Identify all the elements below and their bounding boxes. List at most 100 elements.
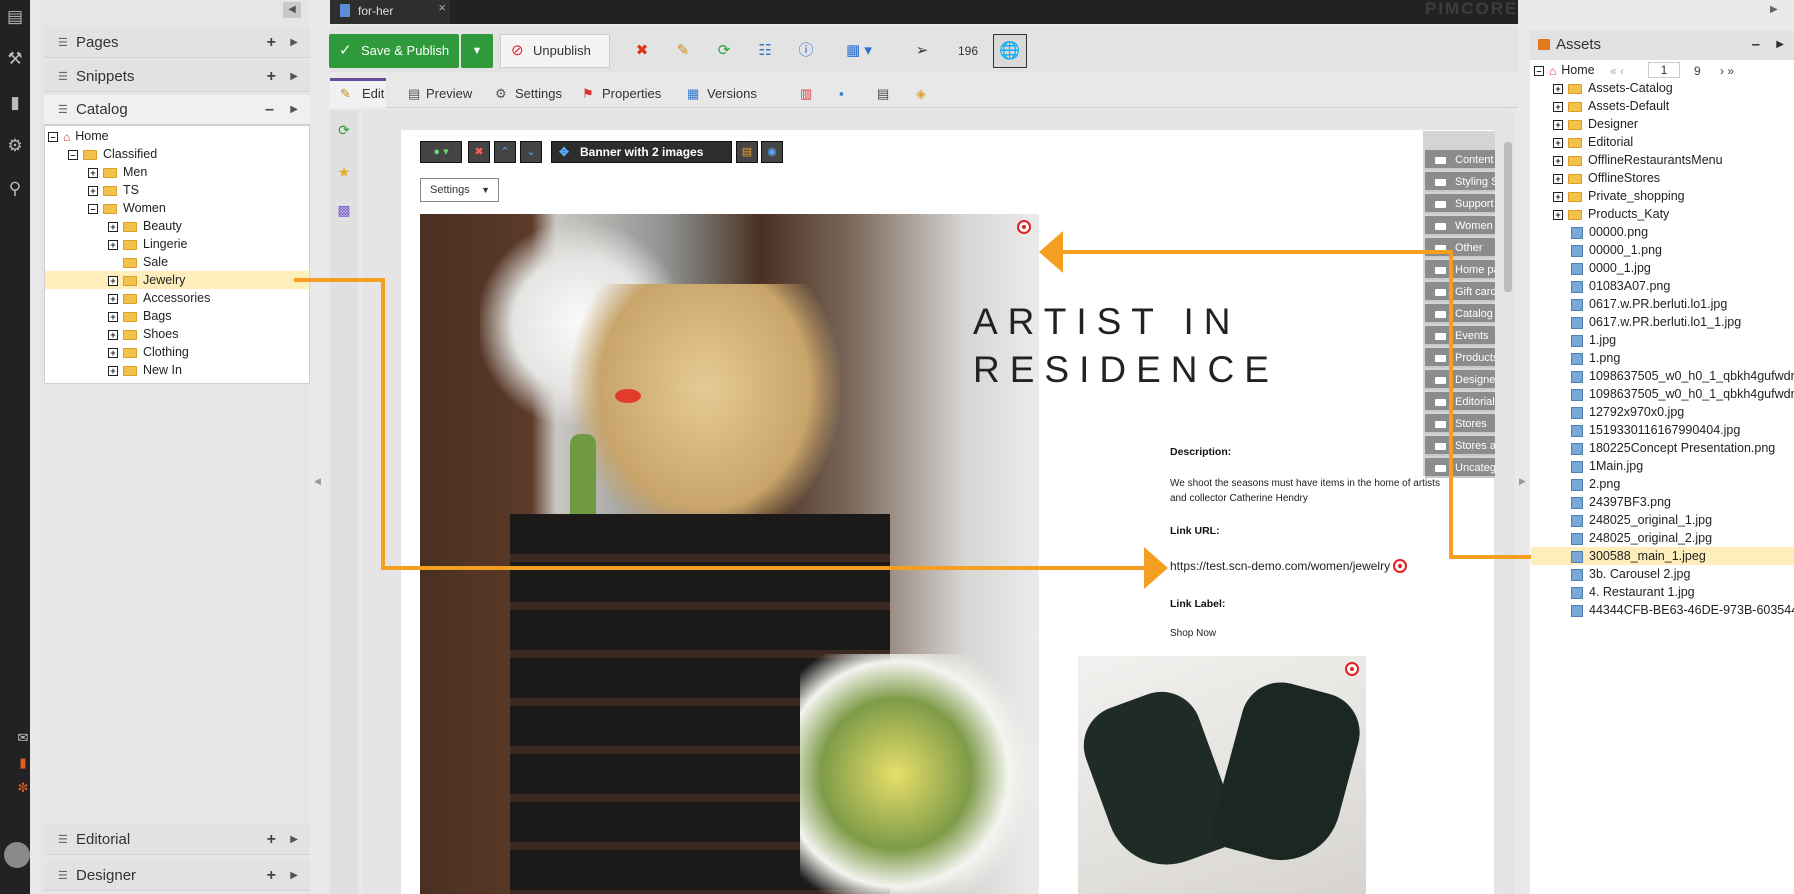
pager-first-icon[interactable]: « ‹ <box>1610 62 1624 80</box>
info-icon[interactable]: ⓘ <box>792 36 820 66</box>
asset-file[interactable]: 3b. Carousel 2.jpg <box>1531 565 1794 583</box>
visibility-button[interactable]: ◉ <box>761 141 783 163</box>
delete-icon[interactable]: ✖ <box>628 36 656 66</box>
asset-file[interactable]: 01083A07.png <box>1531 277 1794 295</box>
asset-file[interactable]: 44344CFB-BE63-46DE-973B-6035446 <box>1531 601 1794 619</box>
trash-icon[interactable]: ▩ <box>334 200 354 220</box>
pager-page-input[interactable]: 1 <box>1648 62 1680 78</box>
show-in-tree-icon[interactable]: ☷ <box>751 36 779 66</box>
gear-icon[interactable]: ⚙ <box>0 133 30 159</box>
move-up-button[interactable]: ⌃ <box>494 141 516 163</box>
link-target-icon[interactable] <box>1393 559 1407 573</box>
settings-dropdown[interactable]: Settings ▼ <box>420 178 499 202</box>
notes-icon[interactable]: ▤ <box>857 78 889 108</box>
tree-item-clothing[interactable]: + Clothing <box>108 343 189 361</box>
tag-icon[interactable]: ◈ <box>896 78 926 108</box>
asset-file[interactable]: 00000.png <box>1531 223 1794 241</box>
asset-file[interactable]: 24397BF3.png <box>1531 493 1794 511</box>
assets-panel-header[interactable]: Assets – ▶ <box>1530 30 1794 60</box>
rename-icon[interactable]: ✎ <box>669 36 697 66</box>
editorial-panel-header[interactable]: ☰ Editorial + ▶ <box>44 825 310 855</box>
asset-file-selected[interactable]: 300588_main_1.jpeg <box>1531 547 1794 565</box>
category-item[interactable]: Stores an <box>1425 436 1495 456</box>
tree-item-women[interactable]: – Women <box>88 199 166 217</box>
tree-item-sale[interactable]: Sale <box>123 253 168 271</box>
pages-panel-header[interactable]: ☰ Pages + ▶ <box>44 28 310 58</box>
asset-folder[interactable]: + Editorial <box>1553 133 1633 151</box>
wrench-icon[interactable]: ⚒ <box>0 46 30 72</box>
refresh-icon[interactable]: ⟳ <box>334 120 354 140</box>
asset-file[interactable]: 0617.w.PR.berluti.lo1.jpg <box>1531 295 1794 313</box>
maintenance-icon[interactable]: ✼ <box>16 780 30 796</box>
link-url-input[interactable]: https://test.scn-demo.com/women/jewelry <box>1170 559 1408 573</box>
notification-icon[interactable]: ▮ <box>16 755 30 771</box>
category-item[interactable]: Stores <box>1425 414 1495 434</box>
image-hotspot-icon[interactable] <box>1017 220 1031 234</box>
search-icon[interactable]: ⚲ <box>0 176 30 202</box>
tree-item-shoes[interactable]: + Shoes <box>108 325 178 343</box>
asset-folder[interactable]: + OfflineStores <box>1553 169 1660 187</box>
banner-main-image[interactable] <box>420 214 1039 894</box>
category-item[interactable]: Events <box>1425 326 1495 346</box>
category-item[interactable]: Styling S <box>1425 172 1495 192</box>
category-item[interactable]: Gift card <box>1425 282 1495 302</box>
add-icon[interactable]: + <box>267 861 276 891</box>
collapse-left-button[interactable]: ◀ <box>283 2 301 18</box>
add-icon[interactable]: + <box>267 28 276 58</box>
lightbulb-icon[interactable]: ★ <box>334 162 354 182</box>
assets-home[interactable]: – ⌂ Home <box>1534 61 1595 79</box>
expand-arrow-icon[interactable]: ▶ <box>290 95 298 125</box>
asset-file[interactable]: 4. Restaurant 1.jpg <box>1531 583 1794 601</box>
tab-for-her[interactable]: for-her × <box>330 0 450 24</box>
asset-folder[interactable]: + OfflineRestaurantsMenu <box>1553 151 1723 169</box>
asset-file[interactable]: 1.png <box>1531 349 1794 367</box>
tree-item-home[interactable]: – ⌂ Home <box>48 127 109 145</box>
category-item[interactable]: Other <box>1425 238 1495 258</box>
snippets-panel-header[interactable]: ☰ Snippets + ▶ <box>44 62 310 92</box>
asset-file[interactable]: 1.jpg <box>1531 331 1794 349</box>
splitter-arrow-icon[interactable]: ◀ <box>314 476 321 487</box>
splitter-arrow-icon[interactable]: ▶ <box>1519 476 1526 487</box>
reload-icon[interactable]: ⟳ <box>710 36 738 66</box>
asset-file[interactable]: 00000_1.png <box>1531 241 1794 259</box>
asset-file[interactable]: 1098637505_w0_h0_1_qbkh4gufwdm <box>1531 367 1794 385</box>
hero-title-line-1[interactable]: ARTIST IN <box>973 298 1293 346</box>
catalog-panel-header[interactable]: ☰ Catalog – ▶ <box>44 95 310 125</box>
tree-item-jewelry[interactable]: + Jewelry <box>45 271 309 289</box>
tab-settings[interactable]: ⚙ Settings <box>495 78 577 108</box>
save-options-dropdown[interactable]: ▼ <box>461 34 493 68</box>
category-item[interactable]: Women <box>1425 216 1495 236</box>
expand-arrow-icon[interactable]: ▶ <box>290 861 298 891</box>
mail-icon[interactable]: ✉ <box>16 730 30 746</box>
block-type-label[interactable]: ✥ Banner with 2 images <box>551 141 732 163</box>
add-icon[interactable]: + <box>267 62 276 92</box>
asset-file[interactable]: 12792x970x0.jpg <box>1531 403 1794 421</box>
right-splitter[interactable] <box>1518 0 1530 894</box>
tab-properties[interactable]: ⚑ Properties <box>582 78 667 108</box>
tree-item-accessories[interactable]: + Accessories <box>108 289 210 307</box>
scrollbar-thumb[interactable] <box>1504 142 1512 292</box>
category-item[interactable]: Home pa <box>1425 260 1495 280</box>
expand-arrow-icon[interactable]: ▶ <box>290 825 298 855</box>
image-hotspot-icon[interactable] <box>1345 662 1359 676</box>
category-item[interactable]: Uncateg <box>1425 458 1495 478</box>
chart-icon[interactable]: ▮ <box>0 90 30 116</box>
designer-panel-header[interactable]: ☰ Designer + ▶ <box>44 861 310 891</box>
avatar[interactable] <box>4 842 30 868</box>
tree-item-classified[interactable]: – Classified <box>68 145 157 163</box>
expand-arrow-icon[interactable]: ▶ <box>290 28 298 58</box>
pointer-icon[interactable]: ➢ <box>908 36 936 66</box>
asset-folder[interactable]: + Products_Katy <box>1553 205 1669 223</box>
expand-arrow-icon[interactable]: ▶ <box>290 62 298 92</box>
asset-file[interactable]: 1098637505_w0_h0_1_qbkh4gufwdm <box>1531 385 1794 403</box>
asset-folder[interactable]: + Private_shopping <box>1553 187 1685 205</box>
globe-icon[interactable]: 🌐 <box>993 34 1027 68</box>
unpublish-button[interactable]: ⊘ Unpublish <box>500 34 610 68</box>
page-scrollbar[interactable] <box>1502 112 1514 894</box>
asset-folder[interactable]: + Assets-Default <box>1553 97 1669 115</box>
move-down-button[interactable]: ⌄ <box>520 141 542 163</box>
collapse-icon[interactable]: – <box>265 95 274 125</box>
description-text[interactable]: We shoot the seasons must have items in … <box>1170 476 1440 506</box>
file-icon[interactable]: ▤ <box>0 4 30 30</box>
category-item[interactable]: Catalog p <box>1425 304 1495 324</box>
